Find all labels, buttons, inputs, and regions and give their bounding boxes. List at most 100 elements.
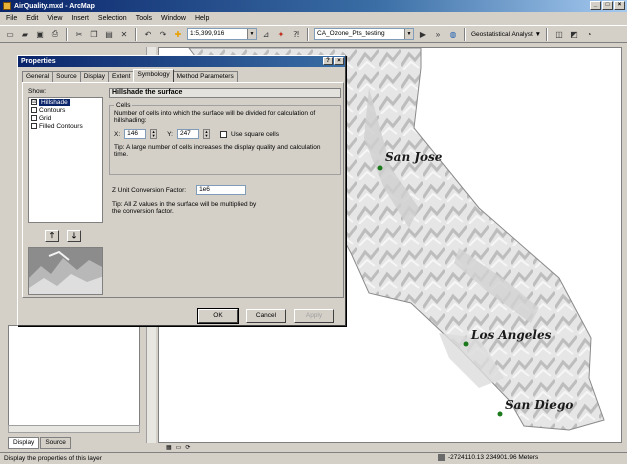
cancel-button[interactable]: Cancel <box>246 309 286 323</box>
y-label: Y: <box>167 130 173 138</box>
map-view-controls: ▦ ▭ ⟳ <box>158 443 622 451</box>
properties-dialog: Properties ? × General Source Display Ex… <box>17 55 346 326</box>
toolbar-separator <box>307 27 309 41</box>
print-icon[interactable]: ⎙ <box>49 28 61 40</box>
help-button[interactable]: ? <box>323 57 333 65</box>
x-spinner-icon[interactable]: ▲ ▼ <box>150 129 158 139</box>
copy-icon[interactable]: ❐ <box>88 28 100 40</box>
data-view-icon[interactable]: ▦ <box>166 444 172 451</box>
menu-view[interactable]: View <box>47 15 62 22</box>
dialog-title-bar: Properties ? × <box>18 56 345 67</box>
tab-symbology[interactable]: Symbology <box>133 69 174 82</box>
arcmap-icon <box>3 2 11 10</box>
geostat-tool-2-icon[interactable]: ◩ <box>568 28 580 40</box>
layer-combo[interactable]: CA_Ozone_Pts_testing ▼ <box>314 28 414 40</box>
add-data-icon[interactable]: ✚ <box>172 28 184 40</box>
use-square-cells-checkbox[interactable] <box>219 130 227 138</box>
menu-tools[interactable]: Tools <box>136 15 152 22</box>
map-scale-combo[interactable]: 1:5,399,916 ▼ <box>187 28 257 40</box>
cells-tip: Tip: A large number of cells increases t… <box>114 144 321 158</box>
apply-button[interactable]: Apply <box>294 309 334 323</box>
menu-file[interactable]: File <box>6 15 17 22</box>
reorder-buttons: 🡑 🡓 <box>45 230 81 242</box>
move-down-button[interactable]: 🡓 <box>67 230 81 242</box>
chevron-down-icon[interactable]: ▼ <box>247 29 256 39</box>
cut-icon[interactable]: ✂ <box>73 28 85 40</box>
show-item-grid[interactable]: Grid <box>29 114 102 122</box>
geostatistical-analyst-menu[interactable]: Geostatistical Analyst ▼ <box>471 31 541 38</box>
close-button[interactable]: × <box>614 1 625 10</box>
hillshade-checkbox[interactable]: ☑ <box>31 99 37 105</box>
open-icon[interactable]: ▰ <box>19 28 31 40</box>
layout-view-icon[interactable]: ▭ <box>176 444 182 451</box>
delete-icon[interactable]: ✕ <box>118 28 130 40</box>
tab-general[interactable]: General <box>22 71 54 82</box>
z-factor-tip: Tip: All Z values in the surface will be… <box>112 201 257 215</box>
show-label: Show: <box>28 88 47 95</box>
forward-icon[interactable]: » <box>432 28 444 40</box>
status-bar: Display the properties of this layer -27… <box>0 452 627 464</box>
status-message: Display the properties of this layer <box>4 455 102 462</box>
section-heading: Hillshade the surface <box>109 88 341 98</box>
toolbar-separator <box>66 27 68 41</box>
menu-insert[interactable]: Insert <box>71 15 89 22</box>
x-cells-input[interactable]: 146 <box>124 129 147 139</box>
geostat-tool-3-icon[interactable]: ◔ <box>583 28 595 40</box>
show-item-label: Contours <box>39 106 66 114</box>
coordinate-icon <box>438 454 445 461</box>
filled-contours-checkbox[interactable] <box>31 123 37 129</box>
hillshade-preview <box>28 247 103 295</box>
z-factor-label: Z Unit Conversion Factor: <box>112 186 187 194</box>
new-icon[interactable]: ▭ <box>4 28 16 40</box>
toolbar-separator <box>135 27 137 41</box>
table-of-contents[interactable] <box>8 325 140 432</box>
maximize-button[interactable]: □ <box>602 1 613 10</box>
toc-horizontal-scrollbar[interactable] <box>8 425 140 433</box>
toolbar-separator <box>464 27 466 41</box>
dialog-close-button[interactable]: × <box>334 57 344 65</box>
play-icon[interactable]: ▶ <box>417 28 429 40</box>
chevron-down-icon[interactable]: ▼ <box>404 29 413 39</box>
paste-icon[interactable]: ▤ <box>103 28 115 40</box>
cells-xy-row: X: 146 ▲ ▼ Y: 247 ▲ ▼ Use square cells <box>114 129 336 139</box>
z-factor-input[interactable]: 1e6 <box>196 185 247 195</box>
arctoolbox-icon[interactable]: ✦ <box>275 28 287 40</box>
show-item-label: Grid <box>39 114 52 122</box>
y-spinner-icon[interactable]: ▲ ▼ <box>202 129 210 139</box>
minimize-button[interactable]: _ <box>590 1 601 10</box>
dialog-title: Properties <box>21 58 56 65</box>
move-up-button[interactable]: 🡑 <box>45 230 59 242</box>
app-title: AirQuality.mxd - ArcMap <box>14 2 95 10</box>
grid-checkbox[interactable] <box>31 115 37 121</box>
tab-display[interactable]: Display <box>79 71 110 82</box>
tab-source[interactable]: Source <box>52 71 81 82</box>
ok-button[interactable]: OK <box>197 308 239 324</box>
tab-source[interactable]: Source <box>40 437 71 449</box>
y-cells-input[interactable]: 247 <box>176 129 199 139</box>
show-item-hillshade[interactable]: ☑ Hillshade <box>29 98 102 106</box>
geostat-tool-1-icon[interactable]: ◫ <box>553 28 565 40</box>
editor-icon[interactable]: ⊿ <box>260 28 272 40</box>
tab-extent[interactable]: Extent <box>108 71 135 82</box>
undo-icon[interactable]: ↶ <box>142 28 154 40</box>
san-diego-marker <box>497 411 503 417</box>
show-item-contours[interactable]: Contours <box>29 106 102 114</box>
show-item-filled-contours[interactable]: Filled Contours <box>29 122 102 130</box>
globe-icon[interactable]: ◍ <box>447 28 459 40</box>
save-icon[interactable]: ▣ <box>34 28 46 40</box>
menu-window[interactable]: Window <box>161 15 186 22</box>
whats-this-icon[interactable]: ⁈ <box>290 28 302 40</box>
tab-display[interactable]: Display <box>8 437 40 449</box>
toc-tabs: Display Source <box>8 437 71 449</box>
contours-checkbox[interactable] <box>31 107 37 113</box>
dialog-title-buttons: ? × <box>323 57 344 65</box>
refresh-icon[interactable]: ⟳ <box>185 444 190 451</box>
menu-edit[interactable]: Edit <box>26 15 38 22</box>
menu-help[interactable]: Help <box>195 15 209 22</box>
dialog-buttons: OK Cancel Apply <box>197 308 334 324</box>
menu-selection[interactable]: Selection <box>98 15 127 22</box>
window-controls: _ □ × <box>590 1 625 10</box>
tab-method-parameters[interactable]: Method Parameters <box>172 71 238 82</box>
menu-bar: File Edit View Insert Selection Tools Wi… <box>0 12 627 25</box>
redo-icon[interactable]: ↷ <box>157 28 169 40</box>
